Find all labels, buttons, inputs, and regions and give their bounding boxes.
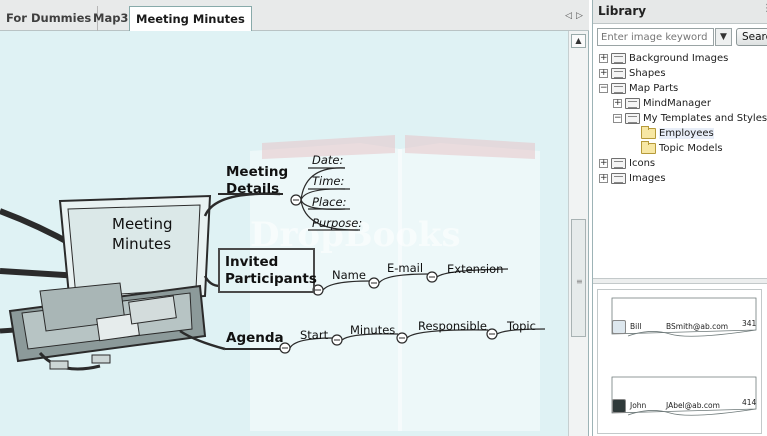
topic-meeting-details-line2[interactable]: Details — [226, 181, 279, 198]
document-pane: For Dummies Map3 Meeting Minutes ◁ ▷ Dro… — [0, 0, 589, 436]
subtopic-minutes[interactable]: Minutes — [350, 323, 395, 337]
avatar — [612, 399, 626, 413]
avatar — [612, 320, 626, 334]
library-title: Library — [598, 4, 647, 18]
subtopic-name[interactable]: Name — [332, 268, 366, 282]
scroll-up-icon[interactable]: ▲ — [571, 34, 586, 48]
scrollbar-thumb[interactable]: ≡ — [571, 219, 586, 337]
topic-agenda[interactable]: Agenda — [226, 330, 284, 347]
tree-item-mindmanager[interactable]: + MindManager — [613, 96, 711, 111]
subtopic-topic[interactable]: Topic — [507, 319, 536, 333]
canvas-vertical-scrollbar[interactable]: ▲ ≡ — [568, 31, 588, 436]
expand-icon[interactable]: + — [599, 158, 608, 168]
topic-invited-participants-line1[interactable]: Invited — [225, 254, 278, 271]
subtopic-place[interactable]: Place: — [312, 195, 346, 209]
library-book-icon — [625, 112, 640, 124]
preview-card-bill[interactable]: Bill BSmith@ab.com 341 — [610, 296, 758, 352]
search-dropdown-chevron-icon[interactable]: ▼ — [715, 28, 732, 46]
tree-item-shapes[interactable]: + Shapes — [599, 66, 666, 81]
topic-invited-participants-line2[interactable]: Participants — [225, 271, 317, 288]
library-book-icon — [611, 157, 626, 169]
central-topic-line2[interactable]: Minutes — [112, 235, 171, 253]
collapse-icon[interactable]: − — [613, 113, 622, 123]
library-book-icon — [625, 97, 640, 109]
image-keyword-search-input[interactable] — [597, 28, 714, 46]
card-name: Bill — [630, 322, 642, 331]
tab-scroll-right-icon[interactable]: ▷ — [576, 11, 583, 21]
subtopic-purpose[interactable]: Purpose: — [312, 216, 362, 230]
card-email: JAbel@ab.com — [666, 401, 720, 410]
subtopic-extension[interactable]: Extension — [447, 262, 503, 276]
tree-item-map-parts[interactable]: − Map Parts — [599, 81, 678, 96]
tab-meeting-minutes[interactable]: Meeting Minutes — [129, 6, 252, 32]
folder-icon — [641, 140, 656, 154]
mind-map-connectors — [0, 167, 546, 371]
card-extension: 414 — [742, 398, 757, 407]
library-header: Library ⋮ — [593, 0, 767, 24]
pane-options-icon[interactable]: ⋮ — [762, 3, 767, 14]
expand-icon[interactable]: + — [599, 53, 608, 63]
central-topic-line1[interactable]: Meeting — [112, 215, 172, 233]
library-pane-splitter[interactable] — [593, 278, 767, 284]
card-name: John — [630, 401, 647, 410]
expand-icon[interactable]: + — [613, 98, 622, 108]
card-email: BSmith@ab.com — [666, 322, 729, 331]
tree-item-employees[interactable]: Employees — [641, 125, 714, 141]
subtopic-responsible[interactable]: Responsible — [418, 319, 487, 333]
preview-card-john[interactable]: John JAbel@ab.com 414 — [610, 375, 758, 431]
tab-scroll-left-icon[interactable]: ◁ — [565, 11, 572, 21]
tree-item-icons[interactable]: + Icons — [599, 156, 655, 171]
subtopic-date[interactable]: Date: — [312, 153, 343, 167]
library-book-icon — [611, 52, 626, 64]
library-pane: Library ⋮ ▼ Search +Background Images +S… — [592, 0, 767, 436]
tab-for-dummies[interactable]: For Dummies — [0, 6, 99, 31]
document-tab-bar: For Dummies Map3 Meeting Minutes ◁ ▷ — [0, 0, 589, 32]
library-book-icon — [611, 172, 626, 184]
folder-icon — [641, 125, 656, 139]
subtopic-email[interactable]: E-mail — [387, 261, 423, 275]
library-preview-panel: Bill BSmith@ab.com 341 John JAbel@ab.com… — [597, 289, 762, 434]
map-canvas[interactable]: DropBooks Meeting Minutes Meeting Detail… — [0, 31, 568, 436]
collapse-icon[interactable]: − — [599, 83, 608, 93]
tree-item-images[interactable]: + Images — [599, 171, 666, 186]
tree-item-topic-models[interactable]: Topic Models — [641, 140, 723, 156]
library-book-icon — [611, 82, 626, 94]
tree-item-background-images[interactable]: + Background Images — [599, 51, 728, 66]
tree-item-my-templates-and-styles[interactable]: − My Templates and Styles — [613, 111, 767, 126]
subtopic-start[interactable]: Start — [300, 328, 328, 342]
topic-meeting-details-line1[interactable]: Meeting — [226, 164, 288, 181]
expand-icon[interactable]: + — [599, 68, 608, 78]
card-extension: 341 — [742, 319, 757, 328]
library-book-icon — [611, 67, 626, 79]
subtopic-time[interactable]: Time: — [312, 174, 344, 188]
expand-icon[interactable]: + — [599, 173, 608, 183]
search-button[interactable]: Search — [736, 28, 767, 46]
